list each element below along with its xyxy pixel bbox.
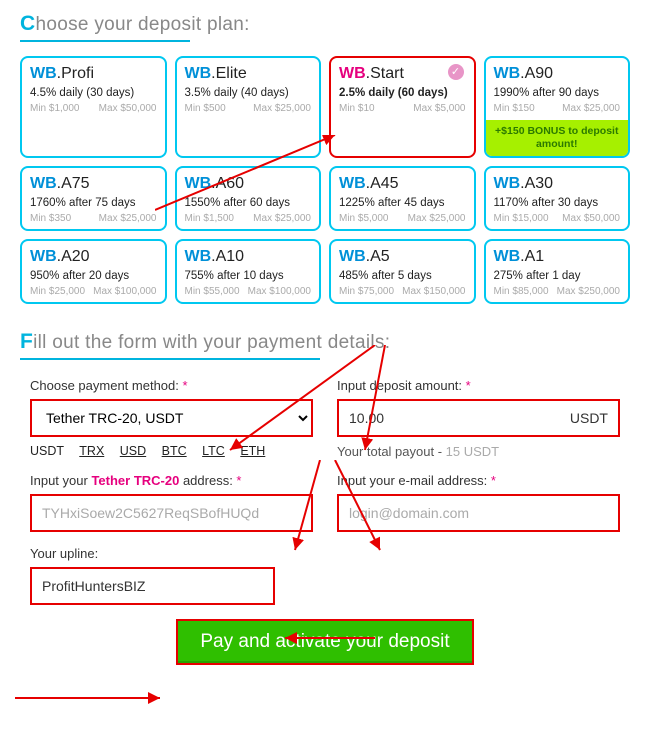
upline-input[interactable]: ProfitHuntersBIZ	[30, 567, 275, 605]
coin-usdt[interactable]: USDT	[30, 444, 64, 458]
address-label: Input your Tether TRC-20 address: *	[30, 473, 313, 488]
pay-button[interactable]: Pay and activate your deposit	[176, 619, 473, 665]
plan-a5[interactable]: WB.A5 485% after 5 days Min $75,000Max $…	[329, 239, 476, 304]
plan-start[interactable]: ✓ WB.Start 2.5% daily (60 days) Min $10M…	[329, 56, 476, 158]
coin-btc[interactable]: BTC	[162, 444, 187, 458]
plan-a90[interactable]: WB.A90 1990% after 90 days Min $150Max $…	[484, 56, 631, 158]
arrow-icon	[15, 688, 165, 708]
payment-method-select[interactable]: Tether TRC-20, USDT	[30, 399, 313, 437]
plan-elite[interactable]: WB.Elite 3.5% daily (40 days) Min $500Ma…	[175, 56, 322, 158]
plan-profi[interactable]: WB.Profi 4.5% daily (30 days) Min $1,000…	[20, 56, 167, 158]
bonus-badge: +$150 BONUS to deposit amount!	[486, 120, 629, 156]
amount-label: Input deposit amount: *	[337, 378, 620, 393]
coin-eth[interactable]: ETH	[240, 444, 265, 458]
upline-label: Your upline:	[30, 546, 313, 561]
coin-trx[interactable]: TRX	[79, 444, 104, 458]
plan-a75[interactable]: WB.A75 1760% after 75 days Min $350Max $…	[20, 166, 167, 231]
plan-a1[interactable]: WB.A1 275% after 1 day Min $85,000Max $2…	[484, 239, 631, 304]
coin-ltc[interactable]: LTC	[202, 444, 225, 458]
heading-underline	[20, 40, 190, 42]
address-input[interactable]: TYHxiSoew2C5627ReqSBofHUQd	[30, 494, 313, 532]
fill-form-heading: Fill out the form with your payment deta…	[20, 330, 630, 354]
payment-form: Choose payment method: * Tether TRC-20, …	[20, 378, 630, 605]
check-icon: ✓	[448, 64, 464, 80]
plan-grid: WB.Profi 4.5% daily (30 days) Min $1,000…	[20, 56, 630, 304]
plan-a60[interactable]: WB.A60 1550% after 60 days Min $1,500Max…	[175, 166, 322, 231]
plan-a20[interactable]: WB.A20 950% after 20 days Min $25,000Max…	[20, 239, 167, 304]
plan-a30[interactable]: WB.A30 1170% after 30 days Min $15,000Ma…	[484, 166, 631, 231]
method-label: Choose payment method: *	[30, 378, 313, 393]
choose-plan-heading: Choose your deposit plan:	[20, 12, 630, 36]
plan-a10[interactable]: WB.A10 755% after 10 days Min $55,000Max…	[175, 239, 322, 304]
email-input[interactable]: login@domain.com	[337, 494, 620, 532]
deposit-amount-input[interactable]: 10.00USDT	[337, 399, 620, 437]
coin-usd[interactable]: USD	[120, 444, 146, 458]
heading-underline-2	[20, 358, 320, 360]
email-label: Input your e-mail address: *	[337, 473, 620, 488]
plan-a45[interactable]: WB.A45 1225% after 45 days Min $5,000Max…	[329, 166, 476, 231]
payout-text: Your total payout - 15 USDT	[337, 444, 620, 459]
coin-list: USDT TRX USD BTC LTC ETH	[30, 444, 313, 458]
